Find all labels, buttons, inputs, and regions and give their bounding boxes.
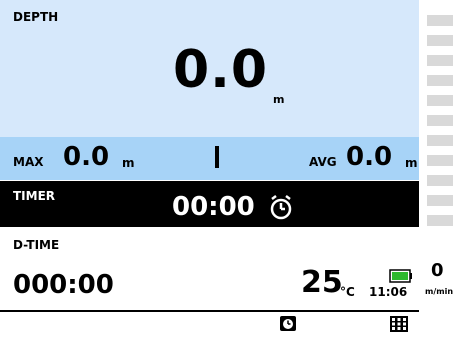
depth-label: DEPTH [13,10,59,24]
stats-divider [215,146,219,168]
grid-menu-icon[interactable] [390,316,408,332]
scale-tick [427,15,453,26]
max-value: 0.0 [63,142,110,172]
temperature-value: 25 [301,265,343,300]
avg-value: 0.0 [346,142,393,172]
dive-time-label: D-TIME [13,238,60,252]
scale-tick [427,115,453,126]
scale-tick [427,155,453,166]
scale-tick [427,35,453,46]
scale-tick [427,95,453,106]
ascent-rate-value: 0 [431,260,444,281]
scale-tick [427,195,453,206]
clock: 11:06 [369,285,408,299]
stopwatch-icon [270,195,292,220]
scale-tick [427,215,453,226]
depth-value: 0.0 [173,40,269,100]
stopwatch-button-icon[interactable] [279,314,297,332]
max-unit: m [122,156,135,170]
scale-tick [427,135,453,146]
scale-tick [427,75,453,86]
scale-tick [427,55,453,66]
avg-label: AVG [309,155,337,169]
ascent-rate-unit: m/min [425,287,454,296]
timer-value: 00:00 [172,192,255,222]
avg-unit: m [405,156,418,170]
depth-unit: m [273,93,285,106]
temperature-unit: °C [340,285,355,299]
max-label: MAX [13,155,44,169]
bottom-divider [0,310,419,312]
scale-tick [427,175,453,186]
timer-label: TIMER [13,189,56,203]
dive-time-value: 000:00 [13,270,114,300]
battery-icon [389,269,412,283]
